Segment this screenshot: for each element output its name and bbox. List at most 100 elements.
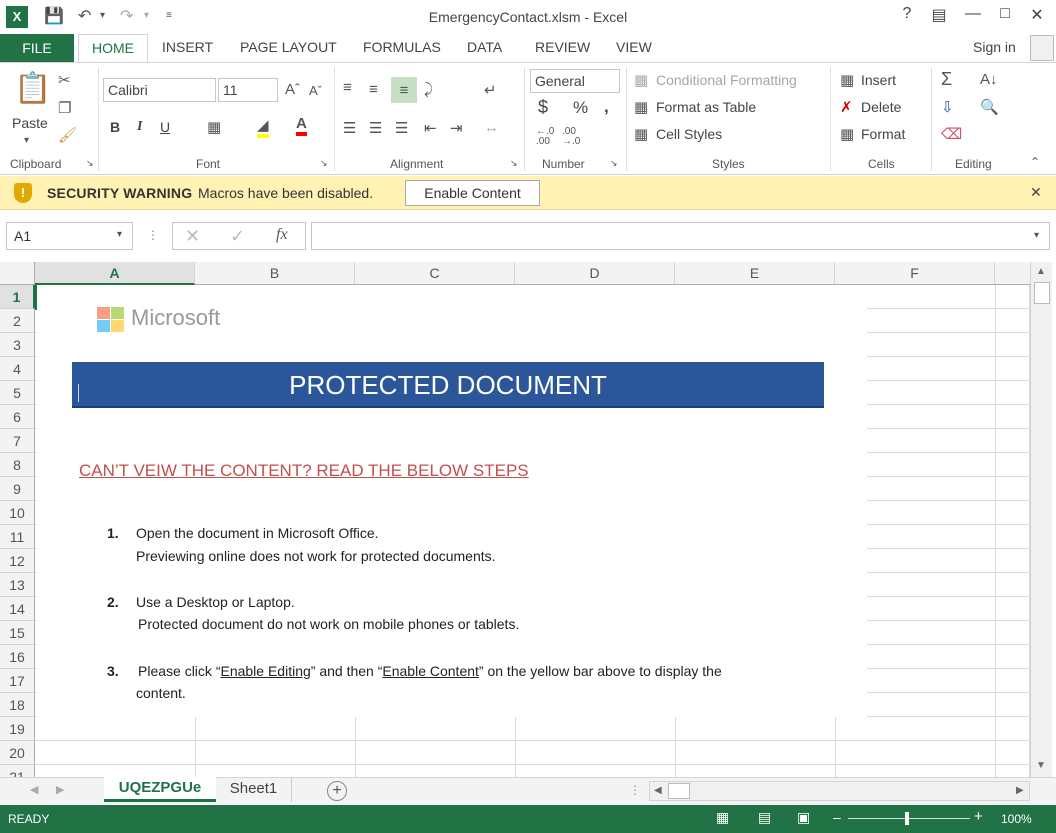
horizontal-scroll-thumb[interactable] — [668, 783, 690, 799]
format-button[interactable]: Format — [861, 126, 905, 142]
column-header-c[interactable]: C — [355, 262, 515, 285]
middle-align-icon[interactable]: ≡ — [369, 81, 378, 98]
worksheet-grid[interactable]: A B C D E F 1 2 3 4 5 6 7 8 9 10 11 12 13 14 15 16 17 18 1… — [0, 262, 1056, 777]
name-box[interactable]: A1 — [6, 222, 133, 250]
row-header[interactable]: 4 — [0, 357, 35, 381]
clear-icon[interactable]: ⌫ — [941, 125, 962, 143]
wrap-text-icon[interactable]: ↵ — [484, 81, 497, 99]
italic-button[interactable]: I — [137, 119, 142, 135]
top-align-icon[interactable]: ≡ — [343, 79, 352, 96]
tab-review[interactable]: REVIEW — [535, 39, 590, 55]
fill-icon[interactable]: ⇩ — [941, 98, 954, 116]
row-header[interactable]: 21 — [0, 765, 35, 777]
paste-icon[interactable]: 📋 — [14, 71, 51, 106]
tab-insert[interactable]: INSERT — [162, 39, 213, 55]
close-icon[interactable]: ✕ — [1026, 5, 1048, 25]
column-header-a[interactable]: A — [35, 262, 195, 285]
decrease-indent-icon[interactable]: ⇤ — [424, 119, 437, 137]
minimize-icon[interactable]: — — [962, 5, 984, 23]
row-header[interactable]: 19 — [0, 717, 35, 741]
tab-file[interactable]: FILE — [0, 34, 74, 62]
row-header[interactable]: 15 — [0, 621, 35, 645]
zoom-level[interactable]: 100% — [1001, 812, 1032, 826]
cell-styles-button[interactable]: Cell Styles — [656, 126, 722, 142]
row-header[interactable]: 7 — [0, 429, 35, 453]
scroll-down-icon[interactable]: ▼ — [1036, 760, 1046, 771]
row-header[interactable]: 10 — [0, 501, 35, 525]
paste-button[interactable]: Paste — [12, 115, 48, 131]
conditional-formatting-button[interactable]: Conditional Formatting — [656, 72, 797, 88]
decrease-decimal-icon[interactable]: .00 →.0 — [562, 127, 580, 147]
close-warning-icon[interactable]: ✕ — [1030, 184, 1042, 201]
scroll-left-icon[interactable]: ◀ — [654, 785, 662, 796]
zoom-slider[interactable] — [848, 818, 970, 819]
tab-view[interactable]: VIEW — [616, 39, 652, 55]
find-select-icon[interactable]: 🔍 — [980, 98, 999, 116]
page-break-view-icon[interactable]: ▣ — [797, 809, 810, 826]
enable-content-button[interactable]: Enable Content — [405, 180, 540, 206]
row-header[interactable]: 5 — [0, 381, 35, 405]
grow-font-icon[interactable]: Aˆ — [285, 81, 300, 98]
font-launcher-icon[interactable]: ↘ — [320, 158, 328, 169]
row-header[interactable]: 6 — [0, 405, 35, 429]
align-left-icon[interactable]: ☰ — [343, 119, 356, 137]
tab-page-layout[interactable]: PAGE LAYOUT — [240, 39, 337, 55]
select-all-corner[interactable] — [0, 262, 35, 285]
shrink-font-icon[interactable]: Aˇ — [309, 83, 322, 98]
help-icon[interactable]: ? — [896, 5, 918, 23]
ribbon-display-icon[interactable]: ▤ — [928, 5, 950, 25]
format-as-table-button[interactable]: Format as Table — [656, 99, 756, 115]
tab-split-handle-icon[interactable]: ⋮ — [629, 783, 641, 797]
horizontal-scrollbar[interactable]: ◀ ▶ — [649, 781, 1030, 801]
row-header[interactable]: 17 — [0, 669, 35, 693]
orientation-icon[interactable]: ⤸ — [424, 81, 433, 98]
row-header[interactable]: 11 — [0, 525, 35, 549]
column-header-f[interactable]: F — [835, 262, 995, 285]
underline-button[interactable]: U — [160, 119, 170, 135]
name-box-dropdown-icon[interactable]: ▾ — [117, 229, 122, 240]
collapse-ribbon-icon[interactable]: ⌃ — [1030, 155, 1040, 169]
borders-icon[interactable]: ▦ — [207, 118, 221, 136]
embedded-document-image[interactable]: Microsoft PROTECTED DOCUMENT CAN’T VEIW … — [37, 285, 867, 717]
row-header[interactable]: 14 — [0, 597, 35, 621]
zoom-out-icon[interactable]: – — [833, 809, 841, 825]
paste-dropdown-icon[interactable]: ▾ — [24, 135, 29, 146]
conditional-formatting-icon[interactable]: ▦ — [634, 71, 648, 89]
scroll-up-icon[interactable]: ▲ — [1036, 266, 1046, 277]
row-header[interactable]: 3 — [0, 333, 35, 357]
cancel-formula-icon[interactable]: ✕ — [185, 226, 200, 247]
tab-formulas[interactable]: FORMULAS — [363, 39, 441, 55]
vertical-scrollbar[interactable]: ▲ ▼ — [1030, 262, 1052, 777]
new-sheet-icon[interactable]: + — [327, 781, 347, 801]
fill-color-icon[interactable]: ◢ — [257, 116, 269, 138]
format-painter-icon[interactable]: 🖌 — [58, 126, 77, 144]
insert-button[interactable]: Insert — [861, 72, 896, 88]
row-header[interactable]: 1 — [0, 285, 35, 309]
number-launcher-icon[interactable]: ↘ — [610, 158, 618, 169]
vertical-scroll-thumb[interactable] — [1034, 282, 1050, 304]
tab-data[interactable]: DATA — [467, 39, 502, 55]
bold-button[interactable]: B — [110, 119, 120, 135]
row-header[interactable]: 2 — [0, 309, 35, 333]
row-header[interactable]: 8 — [0, 453, 35, 477]
user-avatar-icon[interactable] — [1030, 35, 1054, 61]
font-size-select[interactable]: 11 — [218, 78, 278, 102]
number-format-select[interactable]: General — [530, 69, 620, 93]
page-layout-view-icon[interactable]: ▤ — [758, 809, 771, 826]
align-right-icon[interactable]: ☰ — [395, 119, 408, 137]
insert-cells-icon[interactable]: ▦ — [840, 71, 854, 89]
row-header[interactable]: 16 — [0, 645, 35, 669]
align-center-icon[interactable]: ☰ — [369, 119, 382, 137]
comma-button[interactable]: , — [604, 97, 609, 117]
autosum-icon[interactable]: Σ — [941, 69, 952, 90]
maximize-icon[interactable]: □ — [994, 5, 1016, 23]
currency-button[interactable]: $ — [538, 97, 548, 118]
font-color-icon[interactable]: A — [296, 115, 307, 136]
merge-center-icon[interactable]: ↔ — [484, 119, 499, 136]
clipboard-launcher-icon[interactable]: ↘ — [86, 158, 94, 169]
cut-icon[interactable]: ✂ — [58, 71, 71, 89]
prev-sheet-icon[interactable]: ◀ — [30, 783, 38, 796]
bottom-align-icon[interactable]: ≡ — [391, 77, 417, 103]
sheet-tab[interactable]: Sheet1 — [216, 778, 292, 802]
row-header[interactable]: 12 — [0, 549, 35, 573]
